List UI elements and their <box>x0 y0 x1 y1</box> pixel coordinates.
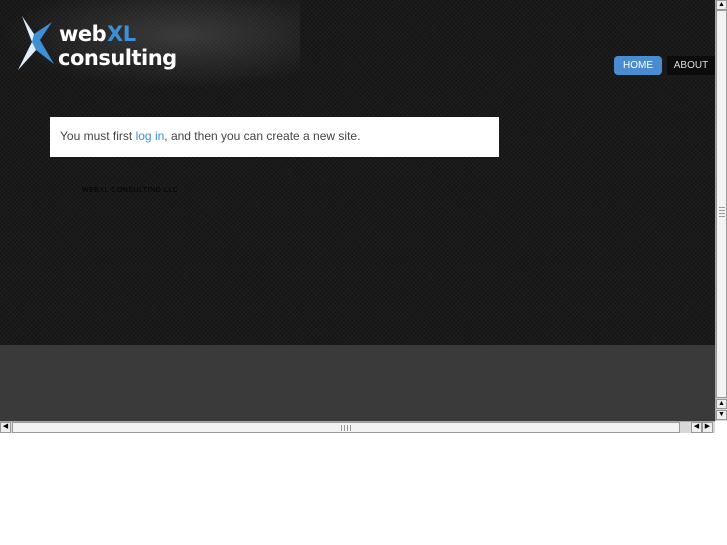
footer-band <box>0 345 715 421</box>
scroll-left-arrow-icon[interactable]: ◀ <box>0 422 11 433</box>
page-viewport: web XL consulting HOME ABOUT You must fi… <box>0 0 715 421</box>
nav-about-button[interactable]: ABOUT <box>667 56 715 75</box>
notice-suffix: , and then you can create a new site. <box>164 129 361 143</box>
vertical-scroll-thumb[interactable] <box>716 10 727 398</box>
scrollbar-corner <box>715 421 727 433</box>
logo-text-web: web <box>59 22 107 46</box>
nav-home-button[interactable]: HOME <box>614 56 662 75</box>
login-link[interactable]: log in <box>136 129 165 143</box>
login-notice-text: You must first log in, and then you can … <box>60 129 360 143</box>
horizontal-scrollbar[interactable]: ◀ ◀ ▶ <box>0 421 715 433</box>
copyright-text: WEBXL CONSULTING LLC <box>82 187 179 194</box>
scroll-right-arrow-icon[interactable]: ▶ <box>702 422 713 433</box>
scroll-down-arrow-icon[interactable]: ▼ <box>716 410 727 420</box>
site-logo[interactable]: web XL consulting <box>14 12 177 76</box>
login-notice-box: You must first log in, and then you can … <box>50 117 499 157</box>
logo-text-consulting: consulting <box>58 46 177 70</box>
scroll-left-arrow-icon[interactable]: ◀ <box>691 422 702 433</box>
scroll-up-arrow-icon[interactable]: ▲ <box>716 0 727 10</box>
grip-icon <box>719 205 725 217</box>
horizontal-scroll-thumb[interactable] <box>12 422 680 433</box>
logo-x-mark-icon <box>18 16 54 70</box>
grip-icon <box>341 425 353 431</box>
scroll-up-arrow-icon[interactable]: ▲ <box>716 399 727 409</box>
logo-text-xl: XL <box>107 22 136 46</box>
notice-prefix: You must first <box>60 129 136 143</box>
vertical-scrollbar[interactable]: ▲ ▲ ▼ <box>715 0 727 421</box>
